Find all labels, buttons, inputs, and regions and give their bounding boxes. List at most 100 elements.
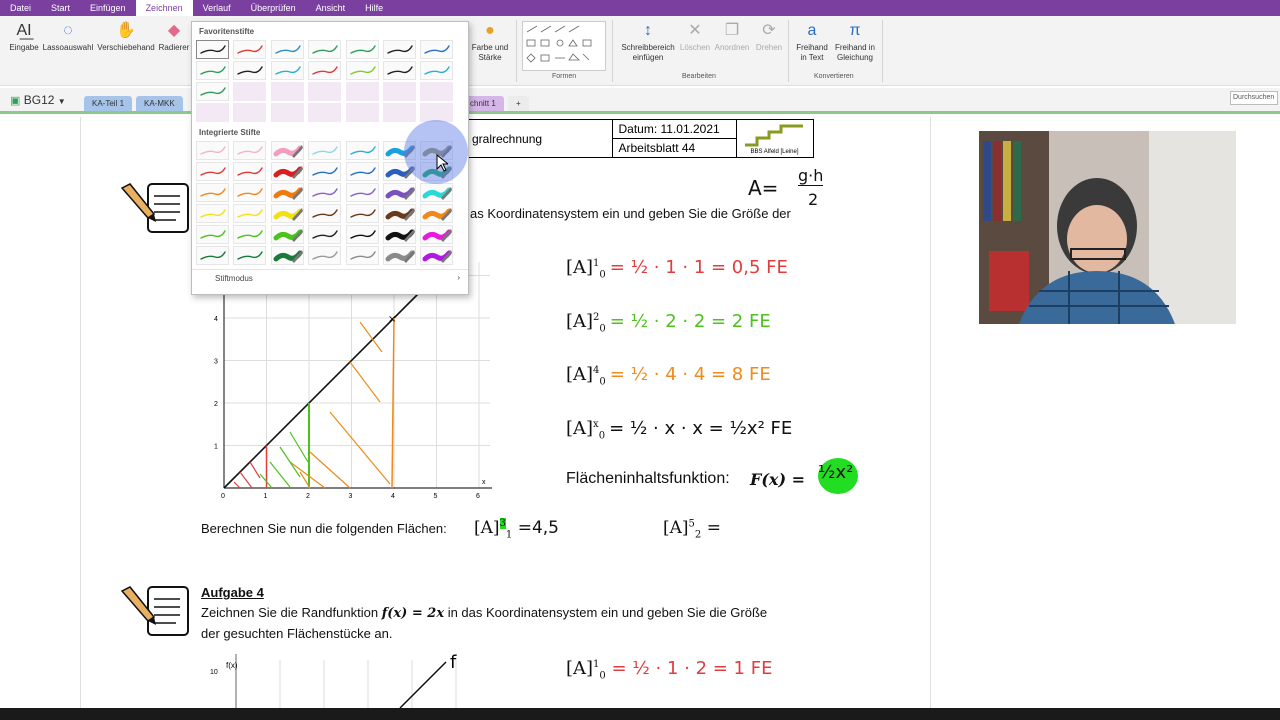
integrated-pen[interactable]: [308, 183, 342, 202]
freihand-text-button[interactable]: a Freihand in Text: [792, 22, 832, 63]
integrated-pen[interactable]: [270, 141, 304, 160]
menu-ansicht[interactable]: Ansicht: [306, 0, 356, 16]
menu-zeichnen[interactable]: Zeichnen: [135, 0, 193, 16]
shapes-gallery[interactable]: [522, 21, 606, 71]
freihand-gleichung-button[interactable]: π Freihand in Gleichung: [832, 22, 878, 63]
hand-icon: ✋: [116, 22, 136, 39]
favorite-pen[interactable]: [383, 40, 416, 59]
favorite-pen[interactable]: [196, 40, 229, 59]
verschiebehand-button[interactable]: ✋ Verschiebehand: [95, 22, 157, 53]
menu-hilfe[interactable]: Hilfe: [355, 0, 393, 16]
aufgabe-4-text-1: Zeichnen Sie die Randfunktion f(x) = 2x …: [201, 605, 768, 621]
integrated-pen[interactable]: [270, 225, 304, 244]
favorite-pen[interactable]: [345, 40, 379, 59]
integrated-pen[interactable]: [383, 225, 416, 244]
pen-stroke-icon: [200, 251, 226, 260]
add-section-button[interactable]: +: [508, 96, 529, 111]
integrated-pen[interactable]: [196, 162, 229, 181]
x-axis-label: x: [482, 479, 486, 486]
anordnen-button[interactable]: ❐ Anordnen: [712, 22, 752, 53]
integrated-pen[interactable]: [233, 141, 267, 160]
integrated-pen[interactable]: [308, 141, 342, 160]
favorite-pen[interactable]: [233, 40, 267, 59]
favorite-pen[interactable]: [196, 82, 229, 101]
menu-einfgen[interactable]: Einfügen: [80, 0, 136, 16]
area-formula: A=: [748, 176, 779, 200]
pen-stroke-icon: [273, 145, 303, 158]
radierer-button[interactable]: ◆ Radierer: [157, 22, 191, 53]
menu-datei[interactable]: Datei: [0, 0, 41, 16]
integrated-pen[interactable]: [270, 204, 304, 223]
integrated-pen[interactable]: [233, 225, 267, 244]
schreibbereich-button[interactable]: ↕ Schreibbereich einfügen: [618, 22, 678, 63]
integrated-pen[interactable]: [420, 225, 454, 244]
integrated-pen[interactable]: [233, 246, 267, 265]
lasso-button[interactable]: ◌ Lassoauswahl: [42, 22, 94, 53]
integrated-pen[interactable]: [383, 183, 416, 202]
integrated-pen[interactable]: [420, 246, 454, 265]
drehen-button[interactable]: ⟳ Drehen: [752, 22, 786, 53]
integrated-pen[interactable]: [233, 204, 267, 223]
integrated-pen[interactable]: [420, 204, 454, 223]
pen-stroke-path: [312, 167, 338, 176]
integrated-pen[interactable]: [420, 183, 454, 202]
pen-stroke-path: [312, 66, 338, 75]
aufgabe-4-heading: Aufgabe 4: [201, 585, 264, 600]
pen-stroke-icon: [349, 66, 376, 75]
integrated-pen[interactable]: [345, 225, 379, 244]
integrated-pen[interactable]: [345, 141, 379, 160]
section-tab-ka-teil-1[interactable]: KA-Teil 1: [84, 96, 133, 111]
favorite-pen[interactable]: [308, 61, 342, 80]
integrated-pen[interactable]: [308, 246, 342, 265]
pen-stroke-icon: [385, 208, 415, 221]
favorite-pen[interactable]: [308, 40, 342, 59]
favorite-pen[interactable]: [383, 61, 416, 80]
favorite-pen[interactable]: [270, 61, 304, 80]
stiftmodus-row[interactable]: Stiftmodus ›: [192, 269, 468, 289]
farbe-staerke-button[interactable]: ● Farbe und Stärke: [468, 22, 512, 63]
pen-stroke-path: [312, 188, 338, 197]
pen-stroke-icon: [385, 250, 415, 263]
integrated-pen[interactable]: [196, 225, 229, 244]
integrated-pen[interactable]: [345, 162, 379, 181]
integrated-pen[interactable]: [383, 246, 416, 265]
section-tab-ka-mkk[interactable]: KA-MKK: [136, 96, 183, 111]
integrated-pen[interactable]: [308, 204, 342, 223]
integrated-pen[interactable]: [345, 246, 379, 265]
integrated-pen[interactable]: [345, 204, 379, 223]
favorite-pen[interactable]: [233, 61, 267, 80]
eingabe-button[interactable]: A͟I Eingabe: [8, 22, 40, 53]
integrated-pen[interactable]: [270, 246, 304, 265]
loeschen-button[interactable]: ✕ Löschen: [678, 22, 712, 53]
favorite-pen[interactable]: [345, 61, 379, 80]
integrated-pen[interactable]: [196, 183, 229, 202]
insert-space-icon: ↕: [644, 22, 652, 39]
menu-berprfen[interactable]: Überprüfen: [241, 0, 306, 16]
menu-verlauf[interactable]: Verlauf: [193, 0, 241, 16]
integrated-pen[interactable]: [196, 141, 229, 160]
page-border-left: [80, 117, 81, 708]
svg-text:10: 10: [210, 669, 218, 676]
integrated-pen[interactable]: [233, 183, 267, 202]
integrated-pen[interactable]: [196, 246, 229, 265]
integrated-pen[interactable]: [383, 204, 416, 223]
menu-start[interactable]: Start: [41, 0, 80, 16]
favorite-pen[interactable]: [196, 61, 229, 80]
search-input[interactable]: Durchsuchen: [1230, 91, 1278, 105]
favorite-pen[interactable]: [270, 40, 304, 59]
integrated-pen[interactable]: [308, 225, 342, 244]
pen-stroke-icon: [312, 230, 338, 239]
favorite-pen[interactable]: [420, 40, 454, 59]
integrated-title: Integrierte Stifte: [199, 128, 261, 137]
favorite-pen[interactable]: [420, 61, 454, 80]
integrated-pen[interactable]: [196, 204, 229, 223]
integrated-pen[interactable]: [270, 162, 304, 181]
pen-stroke-icon: [349, 188, 376, 197]
integrated-pen[interactable]: [270, 183, 304, 202]
menu-bar: Datei Start Einfügen Zeichnen Verlauf Überprü…: [0, 0, 1280, 16]
x-tick-label: 5: [434, 493, 438, 500]
integrated-pen[interactable]: [233, 162, 267, 181]
integrated-pen[interactable]: [308, 162, 342, 181]
notebook-selector[interactable]: ▣ BG12 ▼: [10, 93, 66, 107]
integrated-pen[interactable]: [345, 183, 379, 202]
